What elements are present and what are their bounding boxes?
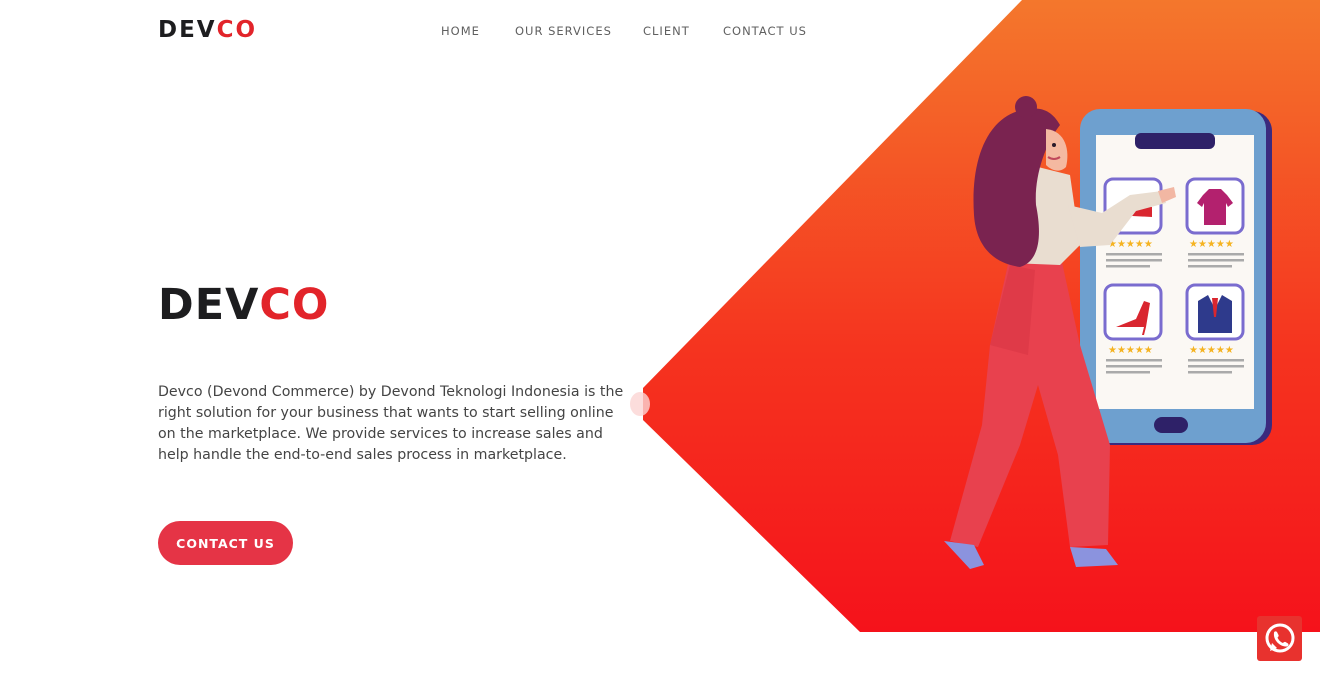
svg-text:★★★★★: ★★★★★ bbox=[1189, 345, 1234, 356]
hero-title-prefix: DEV bbox=[158, 280, 260, 330]
contact-us-button[interactable]: CONTACT US bbox=[158, 521, 293, 565]
hero-title-suffix: CO bbox=[259, 280, 330, 330]
nav-home[interactable]: HOME bbox=[441, 24, 480, 38]
hero-description: Devco (Devond Commerce) by Devond Teknol… bbox=[158, 384, 624, 463]
brand-logo[interactable]: DEVCO bbox=[158, 17, 257, 43]
product-card-shirt: ★★★★★ bbox=[1185, 177, 1245, 268]
nav-contact-us[interactable]: CONTACT US bbox=[723, 24, 807, 38]
logo-suffix: CO bbox=[216, 17, 258, 43]
hero-title: DEVCO bbox=[158, 280, 329, 330]
svg-text:★★★★★: ★★★★★ bbox=[1108, 345, 1153, 356]
nav-client[interactable]: CLIENT bbox=[643, 24, 690, 38]
whatsapp-icon bbox=[1265, 623, 1294, 652]
landing-page: DEVCO HOME OUR SERVICES CLIENT CONTACT U… bbox=[0, 0, 1320, 674]
product-card-high-heel: ★★★★★ bbox=[1103, 283, 1163, 374]
logo-prefix: DEV bbox=[158, 17, 217, 43]
svg-text:★★★★★: ★★★★★ bbox=[1108, 239, 1153, 250]
product-card-suit: ★★★★★ bbox=[1185, 283, 1245, 374]
svg-text:★★★★★: ★★★★★ bbox=[1189, 239, 1234, 250]
woman-shopping-phone-illustration: ★★★★★ ★★★★★ ★★★★★ ★★★★★ bbox=[944, 96, 1272, 569]
whatsapp-button[interactable] bbox=[1257, 616, 1302, 661]
nav-our-services[interactable]: OUR SERVICES bbox=[515, 24, 612, 38]
